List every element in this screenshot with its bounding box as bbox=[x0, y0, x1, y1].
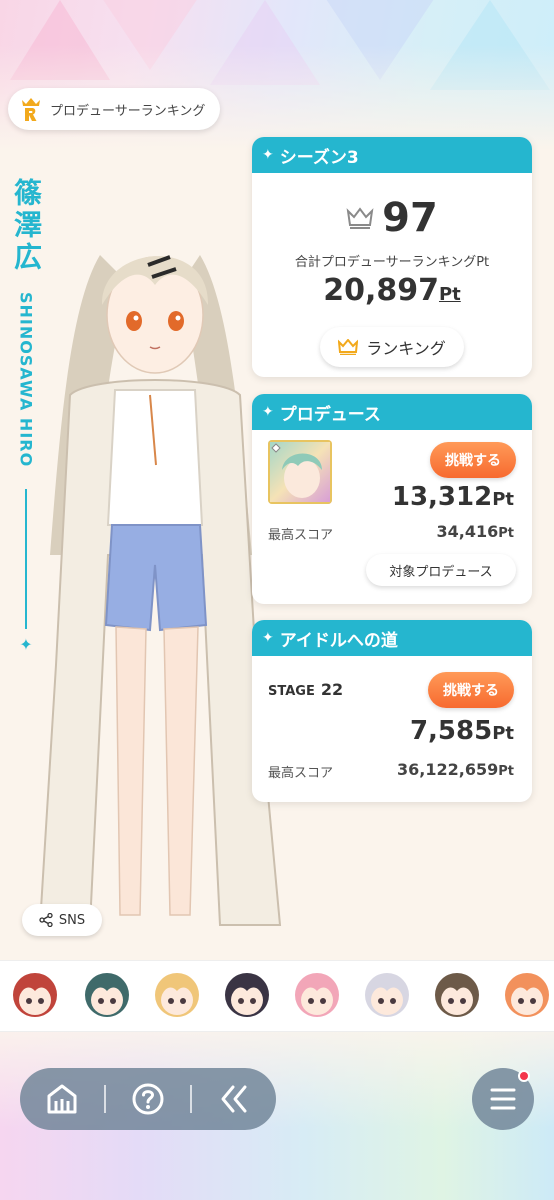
ranking-r-crown-icon bbox=[18, 96, 44, 122]
total-pt: 20,897Pt bbox=[252, 273, 532, 308]
sparkle-icon: ✦ bbox=[262, 630, 274, 646]
produce-card: ✦ プロデュース 挑戦する 13,312Pt 最高スコア 34,416Pt 対象… bbox=[252, 394, 532, 604]
help-button[interactable] bbox=[106, 1068, 190, 1130]
produce-score: 13,312Pt bbox=[392, 482, 514, 512]
crown-outline-icon bbox=[346, 207, 374, 229]
road-score-unit: Pt bbox=[492, 723, 514, 744]
season-rank: 97 bbox=[252, 195, 532, 241]
sparkle-icon: ✦ bbox=[262, 147, 274, 163]
character-name-kanji: 篠澤広 bbox=[10, 178, 43, 274]
produce-challenge-button[interactable]: 挑戦する bbox=[430, 442, 516, 478]
season-title: シーズン3 bbox=[279, 147, 359, 168]
idol-brown-hair-icon[interactable] bbox=[432, 971, 482, 1021]
produce-card-header: ✦ プロデュース bbox=[252, 394, 532, 430]
road-score-value: 7,585 bbox=[409, 716, 493, 746]
ranking-button[interactable]: ランキング bbox=[320, 327, 464, 367]
total-pt-value: 20,897 bbox=[323, 273, 439, 308]
crown-icon bbox=[338, 339, 359, 355]
sparkle-icon: ✦ bbox=[19, 635, 33, 655]
back-icon bbox=[221, 1085, 247, 1113]
idol-blonde-hair-icon[interactable] bbox=[152, 971, 202, 1021]
name-divider bbox=[25, 489, 27, 630]
idol-dark-hair-icon[interactable] bbox=[222, 971, 272, 1021]
produce-score-value: 13,312 bbox=[391, 482, 493, 512]
target-produce-button[interactable]: 対象プロデュース bbox=[366, 554, 516, 586]
rank-number: 97 bbox=[382, 195, 438, 241]
sns-button[interactable]: SNS bbox=[22, 904, 102, 936]
stage-label: STAGE bbox=[268, 684, 315, 699]
road-best-unit: Pt bbox=[498, 764, 514, 779]
home-button[interactable] bbox=[20, 1068, 104, 1130]
idol-pink-hair-icon[interactable] bbox=[292, 971, 342, 1021]
producer-ranking-label: プロデューサーランキング bbox=[50, 103, 206, 119]
home-icon bbox=[47, 1084, 77, 1114]
road-title: アイドルへの道 bbox=[279, 630, 398, 651]
producer-ranking-button[interactable]: プロデューサーランキング bbox=[8, 88, 220, 130]
back-button[interactable] bbox=[192, 1068, 276, 1130]
sns-label: SNS bbox=[58, 912, 86, 928]
season-card: ✦ シーズン3 97 合計プロデューサーランキングPt 20,897Pt ランキ… bbox=[252, 137, 532, 377]
idol-orange-hair-icon[interactable] bbox=[502, 971, 552, 1021]
road-score: 7,585Pt bbox=[410, 716, 514, 746]
share-icon bbox=[39, 913, 53, 927]
idol-silver-hair-icon[interactable] bbox=[362, 971, 412, 1021]
produce-card-thumbnail[interactable] bbox=[268, 440, 332, 504]
total-pt-label: 合計プロデューサーランキングPt bbox=[294, 255, 490, 270]
produce-score-unit: Pt bbox=[492, 489, 514, 510]
produce-best-score: 34,416Pt bbox=[437, 522, 515, 541]
produce-title: プロデュース bbox=[279, 404, 381, 425]
road-best-label: 最高スコア bbox=[268, 766, 334, 781]
produce-best-unit: Pt bbox=[498, 526, 514, 541]
road-challenge-button[interactable]: 挑戦する bbox=[428, 672, 514, 708]
season-card-header: ✦ シーズン3 bbox=[252, 137, 532, 173]
road-to-idol-card: ✦ アイドルへの道 STAGE 22 挑戦する 7,585Pt 最高スコア 36,… bbox=[252, 620, 532, 802]
ranking-button-label: ランキング bbox=[366, 339, 446, 358]
bottom-nav bbox=[20, 1068, 276, 1130]
stage-number: 22 bbox=[320, 680, 344, 699]
idol-selector bbox=[0, 960, 554, 1032]
total-pt-unit: Pt bbox=[438, 284, 461, 305]
idol-red-hair-icon[interactable] bbox=[10, 971, 60, 1021]
road-best-score: 36,122,659Pt bbox=[397, 760, 514, 779]
idol-teal-hair-icon[interactable] bbox=[82, 971, 132, 1021]
notification-badge bbox=[518, 1070, 530, 1082]
stage-info: STAGE 22 bbox=[268, 680, 343, 699]
produce-best-value: 34,416 bbox=[436, 522, 499, 541]
help-icon bbox=[132, 1083, 164, 1115]
road-best-value: 36,122,659 bbox=[397, 760, 499, 779]
character-name: 篠澤広 SHINOSAWA HIRO ✦ bbox=[6, 178, 46, 718]
character-name-roman: SHINOSAWA HIRO bbox=[16, 292, 36, 468]
road-card-header: ✦ アイドルへの道 bbox=[252, 620, 532, 656]
sparkle-icon: ✦ bbox=[262, 404, 274, 420]
menu-icon bbox=[490, 1088, 516, 1110]
produce-best-label: 最高スコア bbox=[268, 528, 334, 543]
